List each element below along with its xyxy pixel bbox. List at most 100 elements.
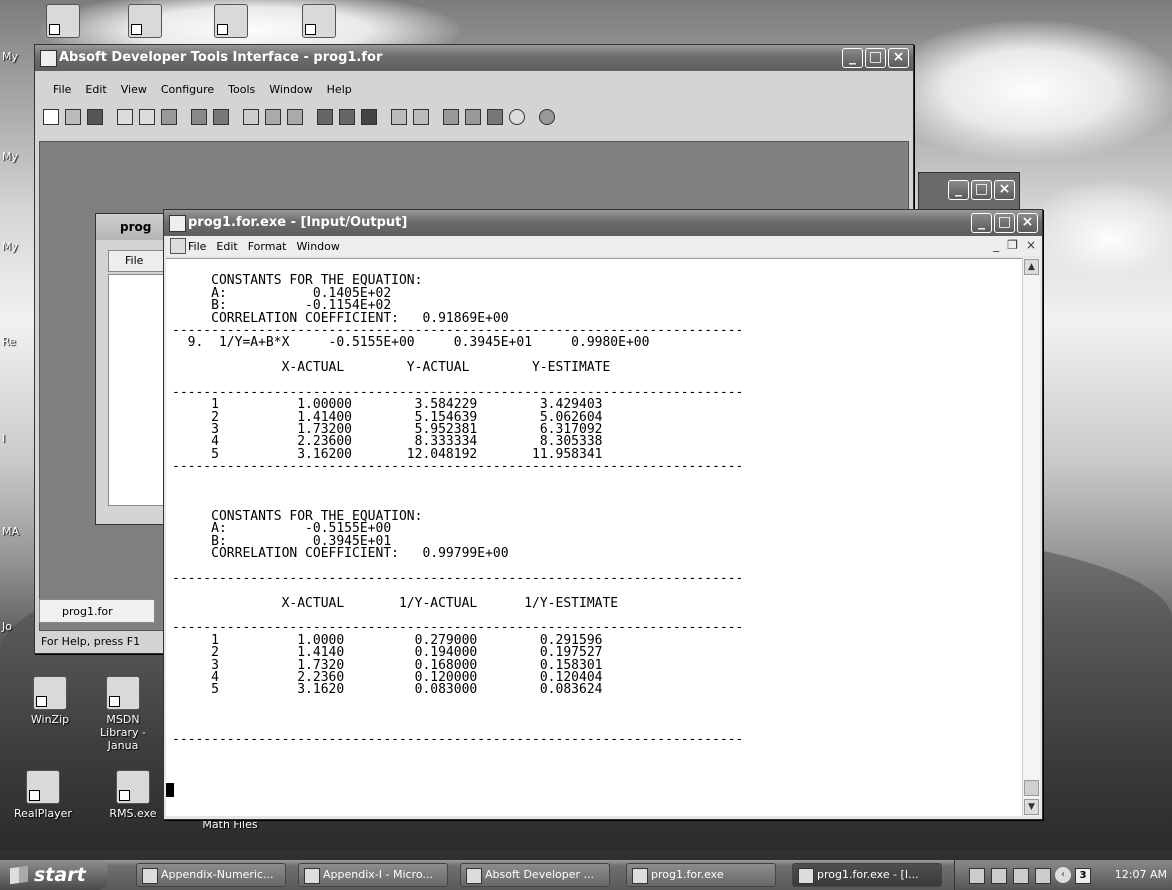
desktop-icon-label-fragment[interactable]: I (2, 432, 5, 445)
minimize-button[interactable]: _ (971, 213, 992, 233)
taskbar-button-absoft[interactable]: Absoft Developer ... (460, 863, 610, 887)
windows-logo-icon (10, 865, 28, 885)
copy-icon[interactable] (139, 109, 155, 125)
desktop-icon-rms[interactable]: RMS.exe (104, 770, 162, 820)
close-button[interactable]: × (1017, 213, 1038, 233)
scroll-up-icon[interactable]: ▲ (1024, 259, 1039, 275)
network-tray-icon[interactable] (991, 868, 1007, 884)
io-title-bar[interactable]: prog1.for.exe - [Input/Output] _ □ × (164, 210, 1042, 236)
tray-badge[interactable]: 3 (1075, 868, 1091, 884)
desktop-icon-label-fragment[interactable]: MA (2, 525, 19, 538)
project-file-tab-label: File (125, 254, 144, 267)
open-folder-icon[interactable] (65, 109, 81, 125)
menu-file[interactable]: File (53, 83, 71, 96)
close-button[interactable]: × (994, 180, 1015, 200)
maximize-button[interactable]: □ (865, 48, 886, 68)
vertical-scrollbar[interactable]: ▲ ▼ (1022, 258, 1040, 816)
scroll-thumb[interactable] (1024, 780, 1039, 796)
menu-format[interactable]: Format (248, 240, 287, 253)
menu-window[interactable]: Window (269, 83, 312, 96)
close-button[interactable]: × (888, 48, 909, 68)
folder-icon (142, 868, 158, 884)
compile-icon[interactable] (265, 109, 281, 125)
paste-icon[interactable] (161, 109, 177, 125)
output-line: ----------------------------------------… (172, 459, 744, 475)
desktop-icon-msdn[interactable]: MSDN Library - Janua (92, 676, 154, 752)
connection-tray-icon[interactable] (1035, 868, 1051, 884)
trash-icon[interactable] (487, 109, 503, 125)
debug-bug-icon[interactable] (361, 109, 377, 125)
document-tab[interactable]: prog1.for (39, 599, 155, 623)
io-app-icon (169, 215, 186, 232)
taskbar-button-appendix-i[interactable]: Appendix-I - Micro... (298, 863, 448, 887)
scroll-down-icon[interactable]: ▼ (1024, 799, 1039, 815)
taskbar-button-prog1-exe[interactable]: prog1.for.exe (626, 863, 776, 887)
menu-edit[interactable]: Edit (85, 83, 106, 96)
taskbar-button-appendix-numeric[interactable]: Appendix-Numeric... (136, 863, 286, 887)
desktop-icon[interactable] (28, 4, 98, 41)
exe-icon (798, 868, 814, 884)
start-button[interactable]: start (0, 860, 108, 890)
menu-configure[interactable]: Configure (161, 83, 214, 96)
desktop-icon-label-fragment[interactable]: Re (2, 335, 16, 348)
menu-tools[interactable]: Tools (228, 83, 255, 96)
back-arrow-icon[interactable] (391, 109, 407, 125)
tool-icon[interactable] (317, 109, 333, 125)
desktop-icon-winzip[interactable]: WinZip (15, 676, 85, 726)
maximize-button[interactable]: □ (994, 213, 1015, 233)
audio-tool-icon (302, 4, 336, 38)
desktop-icon[interactable] (110, 4, 180, 41)
desktop-icon-realplayer[interactable]: RealPlayer (8, 770, 78, 820)
desktop-icon-label-fragment[interactable]: My (2, 240, 18, 253)
help-tray-icon[interactable] (1013, 868, 1029, 884)
help-icon[interactable] (213, 109, 229, 125)
status-text: For Help, press F1 (41, 635, 141, 648)
program-output: CONSTANTS FOR THE EQUATION: A: 0.1405E+0… (172, 263, 743, 746)
realplayer-icon (26, 770, 60, 804)
menu-help[interactable]: Help (327, 83, 352, 96)
output-line: ----------------------------------------… (172, 731, 744, 747)
desktop-icon[interactable] (284, 4, 354, 41)
pen-tray-icon[interactable] (969, 868, 985, 884)
print-icon[interactable] (191, 109, 207, 125)
find-icon[interactable] (243, 109, 259, 125)
mdi-close-icon[interactable]: × (1026, 238, 1036, 252)
forward-arrow-icon[interactable] (413, 109, 429, 125)
mdi-minimize-icon[interactable]: _ (993, 238, 999, 252)
warning-icon[interactable] (443, 109, 459, 125)
run-icon[interactable] (339, 109, 355, 125)
new-file-icon[interactable] (43, 109, 59, 125)
menu-view[interactable]: View (121, 83, 147, 96)
absoft-app-icon (466, 868, 482, 884)
save-icon[interactable] (87, 109, 103, 125)
maximize-button[interactable]: □ (971, 180, 992, 200)
clock[interactable]: 12:07 AM (1115, 868, 1167, 881)
io-menu-bar: File Edit Format Window _ ❐ × (166, 236, 1040, 256)
menu-edit[interactable]: Edit (216, 240, 237, 253)
absoft-title-bar[interactable]: Absoft Developer Tools Interface - prog1… (35, 45, 913, 71)
desktop-icon-label-fragment[interactable]: My (2, 150, 18, 163)
desktop-icon-label-fragment[interactable]: Jo (2, 620, 12, 633)
menu-window[interactable]: Window (297, 240, 340, 253)
winzip-icon (33, 676, 67, 710)
tray-expand-icon[interactable]: ‹ (1055, 867, 1071, 883)
io-output-area[interactable]: CONSTANTS FOR THE EQUATION: A: 0.1405E+0… (166, 258, 1022, 816)
minimize-button[interactable]: _ (948, 180, 969, 200)
document-tab-label: prog1.for (62, 605, 113, 618)
build-icon[interactable] (287, 109, 303, 125)
clock-icon[interactable] (509, 109, 525, 125)
desktop-icon[interactable] (196, 4, 266, 41)
cut-icon[interactable] (117, 109, 133, 125)
minimize-button[interactable]: _ (842, 48, 863, 68)
mdi-restore-icon[interactable]: ❐ (1007, 238, 1018, 252)
taskbar-button-prog1-io[interactable]: prog1.for.exe - [I... (792, 863, 942, 887)
desktop-icon-label-fragment[interactable]: My (2, 50, 18, 63)
taskbar-button-label: prog1.for.exe (651, 868, 724, 881)
document-icon[interactable] (170, 238, 186, 254)
project-window-title: prog (120, 220, 152, 234)
output-line: X-ACTUAL 1/Y-ACTUAL 1/Y-ESTIMATE (172, 595, 619, 611)
web-icon[interactable] (539, 109, 555, 125)
settings-icon[interactable] (465, 109, 481, 125)
menu-file[interactable]: File (188, 240, 206, 253)
io-window-title: prog1.for.exe - [Input/Output] (188, 215, 408, 230)
